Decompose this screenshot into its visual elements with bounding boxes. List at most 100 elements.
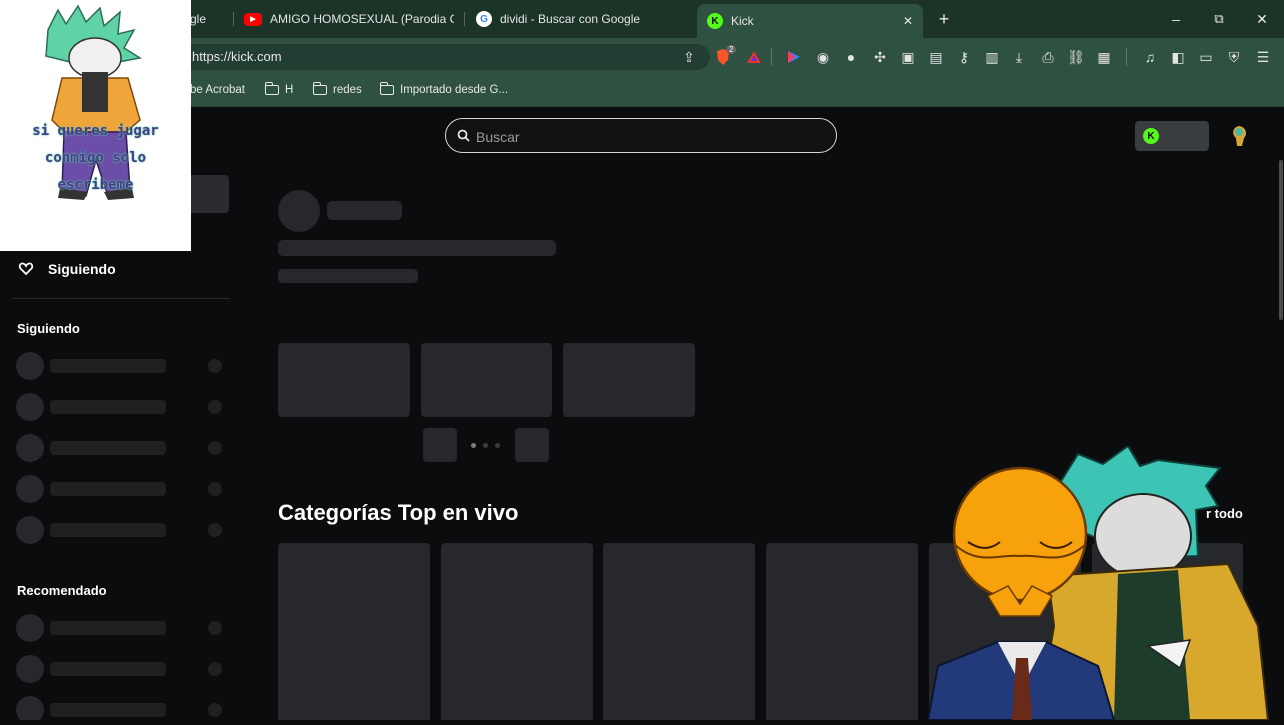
stream-overlay-characters [926,444,1284,721]
list-item-avatar-skeleton [16,393,44,421]
category-card-skeleton[interactable] [441,543,593,720]
following-heading: Siguiendo [17,321,80,336]
window-close-button[interactable]: ✕ [1250,8,1274,30]
carousel-dot[interactable] [495,443,500,448]
brave-shields-icon[interactable]: 2 [713,45,737,67]
category-card-skeleton[interactable] [766,543,918,720]
folder-icon [379,82,394,95]
categories-title: Categorías Top en vivo [278,500,519,525]
folder-icon [312,82,327,95]
carousel-dot-active[interactable] [471,443,476,448]
characters-illustration-icon [926,444,1270,721]
recommended-heading: Recomendado [17,583,107,598]
following-list-skeleton [16,352,232,544]
sidebar-divider [12,298,230,299]
list-item-text-skeleton [50,703,166,717]
key-icon[interactable]: ⚷ [954,47,974,67]
vpn-shield-icon[interactable]: ⛨ [1224,47,1244,67]
google-icon: G [476,11,492,27]
list-item-avatar-skeleton [16,655,44,683]
menu-hamburger-icon[interactable]: ☰ [1253,47,1273,67]
category-card-skeleton[interactable] [603,543,755,720]
featured-avatar-skeleton [278,190,320,232]
avatar[interactable] [1228,124,1250,148]
featured-name-skeleton [327,201,402,220]
toolbar-divider [771,48,772,66]
heart-icon [18,261,34,277]
tab-kick[interactable]: K Kick ✕ [697,4,923,38]
folder-icon [264,82,279,95]
list-item-dot-skeleton [208,662,222,676]
tab-google-search[interactable]: G dividi - Buscar con Google [476,4,686,34]
sidebar-nav-item-skeleton[interactable] [191,175,229,213]
carousel-card-skeleton[interactable] [278,343,410,417]
link-icon[interactable]: ⛓ [1066,47,1086,67]
list-item-avatar-skeleton [16,352,44,380]
browser-tab-bar: gle ▶ AMIGO HOMOSEXUAL (Parodia Chay G d… [0,0,1284,38]
list-item-text-skeleton [50,662,166,676]
list-item-text-skeleton [50,359,166,373]
music-icon[interactable]: ♫ [1140,47,1160,67]
list-item-dot-skeleton [208,523,222,537]
list-item-dot-skeleton [208,703,222,717]
extensions-puzzle-icon[interactable]: ✣ [870,47,890,67]
sidebar-toggle-icon[interactable]: ◧ [1168,47,1188,67]
download-icon[interactable]: ⤓ [1009,47,1029,67]
screenshot-icon[interactable]: ▣ [898,47,918,67]
list-item-avatar-skeleton [16,516,44,544]
new-tab-button[interactable]: + [932,8,956,30]
toolbar-divider [1126,48,1127,66]
featured-title-skeleton [278,240,556,256]
list-item-dot-skeleton [208,359,222,373]
list-item-avatar-skeleton [16,434,44,462]
share-icon[interactable]: ⇪ [679,47,699,67]
search-placeholder: Buscar [476,129,520,145]
kick-logo-icon: K [1143,128,1159,144]
tab-close-icon[interactable]: ✕ [903,14,913,28]
restore-button[interactable]: ⧉ [1207,8,1231,30]
carousel-prev-button[interactable] [423,428,457,462]
bookmark-folder-h[interactable]: H [264,82,293,98]
minimize-button[interactable]: – [1164,8,1188,30]
overlay-caption: si queres jugar conmigo solo escribeme [32,123,159,193]
list-item-text-skeleton [50,482,166,496]
extension-cat-icon[interactable]: ◉ [813,47,833,67]
tab-google-partial[interactable]: gle [190,4,230,34]
list-item-text-skeleton [50,523,166,537]
brave-rewards-icon[interactable] [744,47,764,67]
translate-icon[interactable]: ▦ [1094,47,1114,67]
tab-youtube[interactable]: ▶ AMIGO HOMOSEXUAL (Parodia Chay [244,4,454,34]
page-scrollbar[interactable] [1279,160,1283,320]
kick-icon: K [707,13,723,29]
save-icon[interactable]: ▥ [982,47,1002,67]
list-item-avatar-skeleton [16,614,44,642]
reader-icon[interactable]: ▤ [926,47,946,67]
tab-separator [464,12,465,26]
nav-following[interactable]: Siguiendo [48,261,116,277]
carousel-card-skeleton[interactable] [563,343,695,417]
carousel-card-skeleton[interactable] [421,343,552,417]
tab-separator [233,12,234,26]
bookmark-folder-redes[interactable]: redes [312,82,362,98]
youtube-icon: ▶ [244,12,262,26]
category-card-skeleton[interactable] [278,543,430,720]
list-item-avatar-skeleton [16,696,44,720]
list-item-text-skeleton [50,621,166,635]
list-item-avatar-skeleton [16,475,44,503]
bookmark-folder-importado[interactable]: Importado desde G... [379,82,508,98]
extension-colorful-icon[interactable] [784,47,804,67]
search-icon [457,129,470,142]
bookmark-acrobat[interactable]: be Acrobat [190,82,245,98]
list-item-dot-skeleton [208,482,222,496]
wallet-icon[interactable]: ▭ [1196,47,1216,67]
print-icon[interactable]: ⎙ [1038,47,1058,67]
url-text[interactable]: https://kick.com [192,49,282,64]
stream-overlay-sticker: si queres jugar conmigo solo escribeme [0,0,191,251]
featured-subtitle-skeleton [278,269,418,283]
list-item-dot-skeleton [208,621,222,635]
list-item-text-skeleton [50,400,166,414]
carousel-dot[interactable] [483,443,488,448]
recommended-list-skeleton [16,614,232,720]
carousel-next-button[interactable] [515,428,549,462]
extension-blob-icon[interactable]: ● [841,47,861,67]
